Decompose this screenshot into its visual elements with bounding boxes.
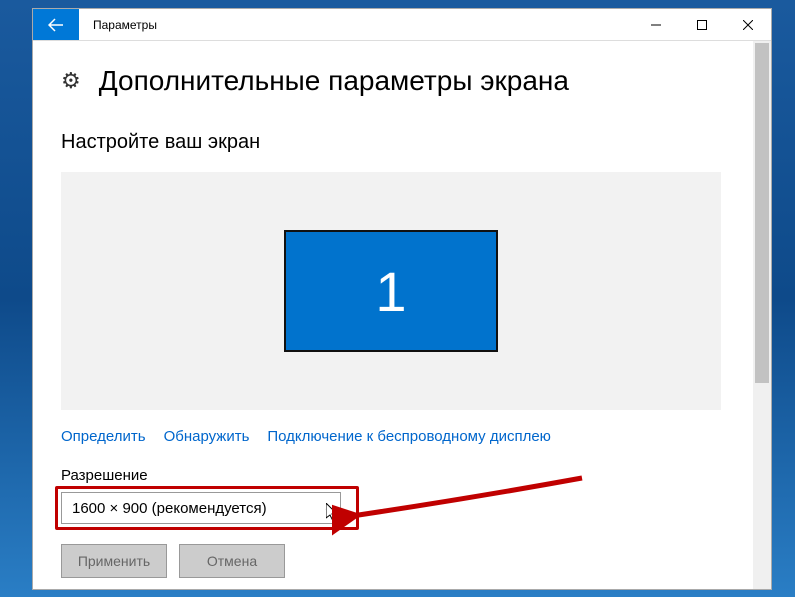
page-title: Дополнительные параметры экрана — [99, 65, 569, 97]
gear-icon: ⚙ — [61, 68, 81, 94]
monitor-1[interactable]: 1 — [284, 230, 498, 352]
cancel-button[interactable]: Отмена — [179, 544, 285, 578]
display-preview-area: 1 — [61, 172, 721, 410]
scrollbar-thumb[interactable] — [755, 43, 769, 383]
wireless-display-link[interactable]: Подключение к беспроводному дисплею — [267, 428, 551, 445]
page-header: ⚙ Дополнительные параметры экрана — [61, 65, 725, 97]
minimize-button[interactable] — [633, 9, 679, 40]
back-button[interactable] — [33, 9, 79, 40]
display-links: Определить Обнаружить Подключение к бесп… — [61, 428, 725, 445]
section-title: Настройте ваш экран — [61, 131, 725, 154]
chevron-down-icon: ⌄ — [324, 503, 332, 514]
scrollbar[interactable] — [753, 41, 771, 589]
minimize-icon — [651, 20, 661, 30]
action-buttons: Применить Отмена — [61, 544, 725, 578]
window-title: Параметры — [79, 9, 633, 40]
resolution-value: 1600 × 900 (рекомендуется) — [72, 500, 267, 517]
close-button[interactable] — [725, 9, 771, 40]
content-area: ⚙ Дополнительные параметры экрана Настро… — [33, 41, 753, 589]
resolution-label: Разрешение — [61, 467, 725, 484]
titlebar: Параметры — [33, 9, 771, 41]
maximize-button[interactable] — [679, 9, 725, 40]
identify-link[interactable]: Определить — [61, 428, 146, 445]
back-arrow-icon — [48, 18, 64, 32]
window-controls — [633, 9, 771, 40]
apply-button[interactable]: Применить — [61, 544, 167, 578]
resolution-dropdown[interactable]: 1600 × 900 (рекомендуется) ⌄ — [61, 492, 341, 524]
maximize-icon — [697, 20, 707, 30]
detect-link[interactable]: Обнаружить — [164, 428, 250, 445]
close-icon — [743, 20, 753, 30]
settings-window: Параметры ⚙ Дополнительные параметры экр… — [32, 8, 772, 590]
